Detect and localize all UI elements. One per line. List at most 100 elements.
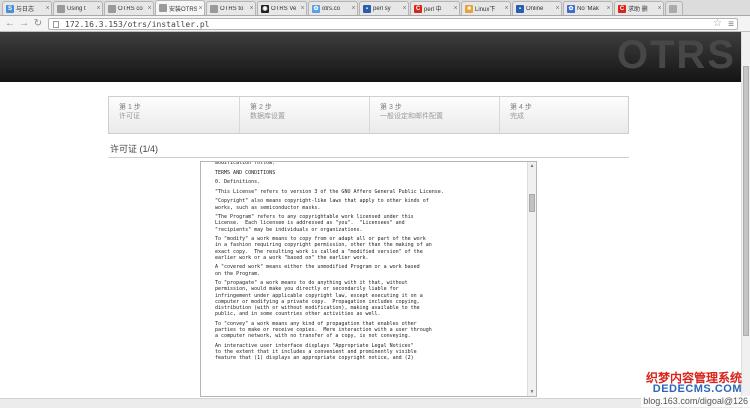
license-section: 许可证 (1/4) bbox=[108, 143, 629, 158]
installer-steps: 第 1 步 许可证 第 2 步 数据库设置 第 3 步 一般设定和邮件配置 第 … bbox=[108, 96, 629, 134]
step-4: 第 4 步 完成 bbox=[500, 97, 628, 133]
license-paragraph: To "modify" a work means to copy from or… bbox=[215, 236, 432, 261]
tab-favicon-icon: ✿ bbox=[312, 4, 320, 13]
step-title: 一般设定和邮件配置 bbox=[380, 113, 443, 120]
url-text: 172.16.3.153/otrs/installer.pl bbox=[65, 20, 210, 29]
browser-menu-icon[interactable]: ≡ bbox=[728, 19, 734, 30]
tab-close-icon[interactable]: × bbox=[299, 5, 306, 12]
tab-favicon-icon bbox=[108, 4, 116, 13]
tab-favicon-icon bbox=[210, 4, 218, 13]
tab-close-icon[interactable]: × bbox=[197, 5, 204, 12]
tab-label: OTRS Ve bbox=[271, 5, 297, 12]
browser-tab[interactable]: ◉ OTRS Ve × bbox=[257, 1, 307, 15]
back-arrow-icon[interactable]: ← bbox=[4, 18, 16, 30]
browser-tab[interactable]: OTRS to × bbox=[206, 1, 256, 15]
tab-close-icon[interactable]: × bbox=[350, 5, 357, 12]
bookmark-star-icon[interactable]: ☆ bbox=[713, 18, 722, 30]
scroll-up-arrow-icon[interactable]: ▲ bbox=[528, 162, 536, 170]
tab-close-icon[interactable]: × bbox=[248, 5, 255, 12]
license-paragraph: 0. Definitions. bbox=[215, 179, 261, 186]
browser-tab[interactable]: S 与日志 × bbox=[2, 1, 52, 15]
tab-label: otrs.co bbox=[322, 5, 341, 12]
tab-favicon-icon: ■ bbox=[465, 4, 473, 13]
license-paragraph: "The Program" refers to any copyrightabl… bbox=[215, 214, 414, 233]
tab-favicon-icon: S bbox=[6, 4, 14, 13]
step-1: 第 1 步 许可证 bbox=[109, 97, 240, 133]
tab-close-icon[interactable]: × bbox=[95, 5, 102, 12]
tab-label: OTRS to bbox=[220, 5, 244, 12]
tab-label: perl 中 bbox=[424, 7, 442, 13]
otrs-header: OTRS bbox=[0, 32, 750, 82]
browser-toolbar: ← → ↻ 172.16.3.153/otrs/installer.pl ☆ ≡ bbox=[0, 16, 750, 32]
tab-label: Using t bbox=[67, 5, 86, 12]
tab-label: OTRS co bbox=[118, 5, 143, 12]
tab-favicon-icon bbox=[669, 4, 677, 13]
tab-close-icon[interactable]: × bbox=[401, 5, 408, 12]
tab-close-icon[interactable]: × bbox=[503, 5, 510, 12]
tab-favicon-icon bbox=[57, 4, 65, 13]
step-number: 第 1 步 bbox=[119, 104, 141, 111]
browser-tab[interactable] bbox=[665, 1, 683, 15]
step-number: 第 4 步 bbox=[510, 104, 532, 111]
page-icon bbox=[53, 21, 59, 28]
watermark-domain: DEDECMS.COM bbox=[652, 383, 742, 395]
section-divider bbox=[108, 157, 629, 158]
step-number: 第 2 步 bbox=[250, 104, 272, 111]
license-paragraph: An interactive user interface displays "… bbox=[215, 342, 417, 362]
browser-tab[interactable]: 安装OTRS × bbox=[155, 0, 205, 15]
license-scroll-thumb[interactable] bbox=[529, 194, 535, 212]
tab-label: Online bbox=[526, 5, 544, 12]
watermark: 织梦内容管理系统 DEDECMS.COM bbox=[646, 372, 742, 395]
horizontal-scrollbar[interactable] bbox=[0, 398, 741, 408]
section-title: 许可证 (1/4) bbox=[110, 144, 159, 154]
step-2: 第 2 步 数据库设置 bbox=[240, 97, 370, 133]
page-scrollbar[interactable] bbox=[741, 32, 750, 408]
forward-arrow-icon[interactable]: → bbox=[18, 18, 30, 30]
license-text: modification follow. TERMS AND CONDITIONS… bbox=[215, 161, 523, 365]
tab-label: perl sy bbox=[373, 5, 391, 12]
browser-tab[interactable]: ■ Linux下 × bbox=[461, 1, 511, 15]
step-title: 许可证 bbox=[119, 113, 140, 120]
tab-favicon-icon: C bbox=[618, 4, 626, 13]
tab-label: 与日志 bbox=[16, 7, 35, 13]
browser-tab[interactable]: Using t × bbox=[53, 1, 103, 15]
tab-close-icon[interactable]: × bbox=[452, 5, 459, 12]
tab-favicon-icon: ✿ bbox=[567, 4, 575, 13]
license-paragraph: modification follow. bbox=[215, 161, 276, 166]
tab-close-icon[interactable]: × bbox=[554, 5, 561, 12]
tab-favicon-icon: ◉ bbox=[261, 4, 269, 13]
browser-tab[interactable]: OTRS co × bbox=[104, 1, 154, 15]
scroll-down-arrow-icon[interactable]: ▼ bbox=[528, 388, 536, 396]
browser-tab-strip: S 与日志 × Using t × OTRS co × 安装OTRS × OTRS to × ◉ OTR… bbox=[0, 0, 750, 16]
tab-favicon-icon: C bbox=[414, 4, 422, 13]
tab-label: No 'Mak bbox=[577, 5, 599, 12]
reload-icon[interactable]: ↻ bbox=[32, 18, 44, 30]
license-paragraph: TERMS AND CONDITIONS bbox=[215, 169, 276, 176]
tab-close-icon[interactable]: × bbox=[146, 5, 153, 12]
browser-tab[interactable]: ▪ perl sy × bbox=[359, 1, 409, 15]
tab-close-icon[interactable]: × bbox=[656, 5, 663, 12]
step-3: 第 3 步 一般设定和邮件配置 bbox=[370, 97, 500, 133]
license-textarea[interactable]: modification follow. TERMS AND CONDITIONS… bbox=[200, 161, 537, 397]
browser-tab[interactable]: Cperl 中 × bbox=[410, 1, 460, 15]
license-paragraph: "Copyright" also means copyright-like la… bbox=[215, 198, 429, 211]
license-scrollbar[interactable]: ▲ ▼ bbox=[527, 162, 536, 396]
tab-label: Linux下 bbox=[475, 7, 496, 13]
step-number: 第 3 步 bbox=[380, 104, 402, 111]
tab-label: 求助 删 bbox=[628, 7, 648, 13]
browser-tab[interactable]: ▪ Online × bbox=[512, 1, 562, 15]
tab-favicon-icon bbox=[159, 4, 167, 12]
address-bar[interactable]: 172.16.3.153/otrs/installer.pl ☆ ≡ bbox=[48, 18, 738, 30]
page-scroll-thumb[interactable] bbox=[743, 66, 749, 336]
tab-close-icon[interactable]: × bbox=[605, 5, 612, 12]
browser-tab[interactable]: ✿ otrs.co × bbox=[308, 1, 358, 15]
otrs-logo: OTRS bbox=[616, 33, 736, 77]
step-title: 数据库设置 bbox=[250, 113, 285, 120]
browser-tab[interactable]: ✿ No 'Mak × bbox=[563, 1, 613, 15]
license-paragraph: To "convey" a work means any kind of pro… bbox=[215, 320, 432, 340]
watermark-blog: blog.163.com/digoal@126 bbox=[641, 396, 750, 407]
tab-close-icon[interactable]: × bbox=[44, 5, 51, 12]
license-paragraph: "This License" refers to version 3 of th… bbox=[215, 188, 444, 195]
tab-favicon-icon: ▪ bbox=[363, 4, 371, 13]
browser-tab[interactable]: C 求助 删 × bbox=[614, 1, 664, 15]
